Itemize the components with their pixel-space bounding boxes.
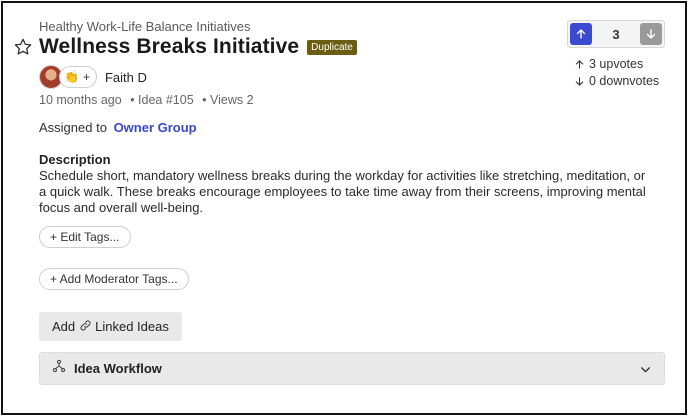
add-reaction-icon: +	[82, 70, 90, 84]
workflow-icon	[52, 359, 66, 378]
chevron-down-icon[interactable]	[639, 363, 652, 381]
add-linked-ideas-button[interactable]: Add Linked Ideas	[39, 312, 182, 341]
idea-meta: 10 months ago • Idea #105 • Views 2	[39, 93, 254, 107]
idea-title: Wellness Breaks Initiative	[39, 35, 300, 58]
star-icon[interactable]	[13, 37, 33, 57]
author-row: 👏 + Faith D	[39, 65, 147, 89]
linked-ideas-label: Linked Ideas	[95, 319, 169, 334]
upvote-count-text: 3 upvotes	[589, 57, 644, 71]
upvote-summary: 3 upvotes	[574, 56, 659, 73]
edit-tags-button[interactable]: + Edit Tags...	[39, 226, 131, 248]
workflow-label: Idea Workflow	[74, 361, 162, 376]
idea-category: Healthy Work-Life Balance Initiatives	[39, 19, 251, 34]
idea-detail-panel: Healthy Work-Life Balance Initiatives We…	[1, 1, 687, 415]
arrow-up-icon	[576, 29, 586, 39]
arrow-down-icon	[575, 77, 584, 86]
author-name[interactable]: Faith D	[105, 70, 147, 85]
status-badge: Duplicate	[307, 39, 357, 55]
link-icon	[79, 319, 92, 335]
upvote-button[interactable]	[570, 23, 592, 45]
add-linked-label: Add	[52, 319, 76, 334]
downvote-summary: 0 downvotes	[574, 73, 659, 90]
view-count: • Views 2	[202, 93, 254, 107]
assigned-group-link[interactable]: Owner Group	[114, 120, 197, 135]
downvote-button[interactable]	[639, 23, 662, 45]
idea-workflow-accordion[interactable]: Idea Workflow	[39, 352, 665, 385]
title-row: Wellness Breaks Initiative Duplicate	[39, 35, 357, 59]
vote-summary: 3 upvotes 0 downvotes	[574, 56, 659, 90]
arrow-down-icon	[646, 29, 656, 39]
time-ago: 10 months ago	[39, 93, 122, 107]
vote-control: 3	[567, 20, 665, 48]
arrow-up-icon	[575, 60, 584, 69]
description-text: Schedule short, mandatory wellness break…	[39, 168, 646, 215]
assigned-label: Assigned to	[39, 120, 107, 135]
clapping-hands-icon: 👏	[64, 70, 79, 84]
vote-count: 3	[612, 26, 620, 42]
reaction-button[interactable]: 👏 +	[59, 66, 97, 88]
assigned-row: Assigned to Owner Group	[39, 120, 197, 135]
idea-number: • Idea #105	[130, 93, 194, 107]
downvote-count-text: 0 downvotes	[589, 74, 660, 88]
description-heading: Description	[39, 152, 111, 167]
add-moderator-tags-button[interactable]: + Add Moderator Tags...	[39, 268, 189, 290]
